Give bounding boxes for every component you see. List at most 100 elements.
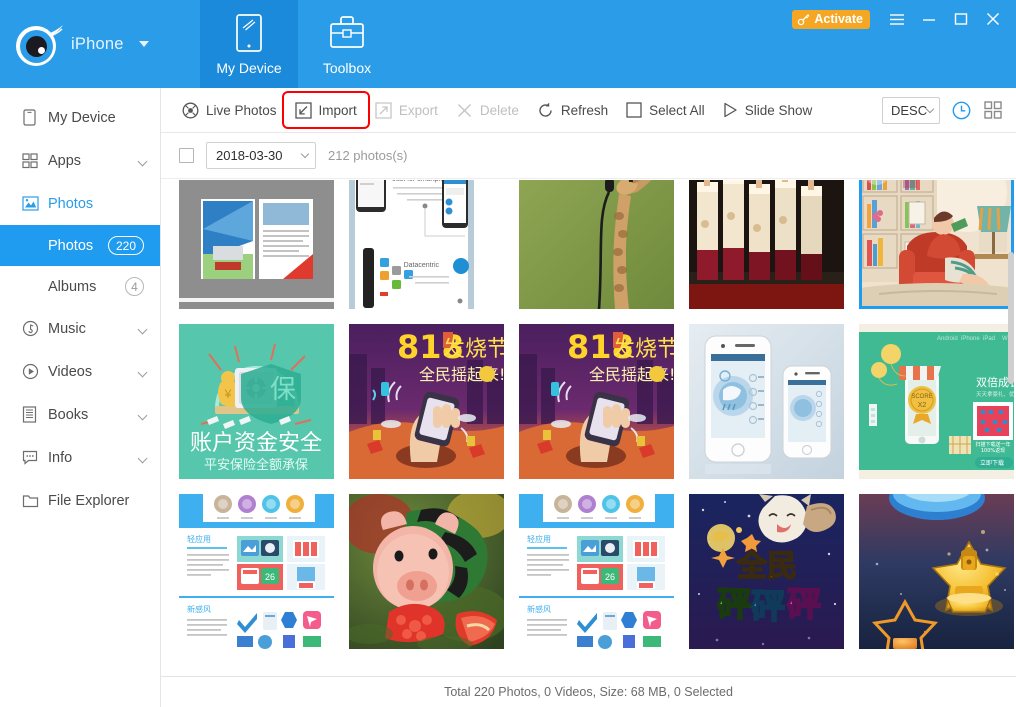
- photo-thumbnail[interactable]: [859, 494, 1014, 649]
- sidebar-subitem-photos[interactable]: Photos 220: [0, 225, 160, 266]
- chevron-down-icon[interactable]: [137, 156, 148, 166]
- sidebar: My Device Apps Photos Photos 220 Albums …: [0, 88, 161, 707]
- photo-thumbnail[interactable]: 全民 砰 砰 砰: [689, 494, 844, 649]
- chevron-down-icon[interactable]: [137, 324, 148, 334]
- photo-thumbnail[interactable]: [689, 180, 844, 309]
- sidebar-item-music-label: Music: [48, 320, 86, 337]
- photos-toolbar: Live Photos Import Export Delete Refresh…: [161, 88, 1016, 133]
- sort-order-value: DESC: [891, 102, 928, 118]
- chevron-down-icon[interactable]: [137, 453, 148, 463]
- refresh-icon: [539, 102, 552, 117]
- scrollbar-thumb[interactable]: [1008, 252, 1014, 384]
- gold-star-trophy-thumb: [859, 494, 1014, 649]
- import-button[interactable]: Import: [281, 91, 370, 129]
- select-all-button[interactable]: Select All: [617, 95, 714, 125]
- sidebar-item-music[interactable]: Music: [0, 307, 160, 350]
- chevron-down-icon[interactable]: [137, 410, 148, 420]
- status-bar: Total 220 Photos, 0 Videos, Size: 68 MB,…: [161, 676, 1016, 707]
- photo-thumbnail[interactable]: [349, 494, 504, 649]
- photo-thumbnail[interactable]: Android iPhone iPad W SCORE X2 双倍成 天天拿豪礼…: [859, 324, 1014, 479]
- close-icon[interactable]: [978, 4, 1008, 34]
- activate-button[interactable]: Activate: [792, 9, 870, 29]
- sidebar-item-videos[interactable]: Videos: [0, 350, 160, 393]
- svg-text:保: 保: [270, 375, 296, 405]
- sidebar-item-photos[interactable]: Photos: [0, 182, 160, 225]
- photo-thumbnail[interactable]: [689, 324, 844, 479]
- chevron-down-icon[interactable]: [138, 41, 149, 47]
- key-icon: [798, 13, 810, 25]
- delete-x-icon: [457, 103, 471, 117]
- tab-my-device-label: My Device: [216, 60, 282, 76]
- export-button[interactable]: Export: [366, 95, 447, 125]
- logo-eye-outer: [16, 26, 56, 66]
- date-value: 2018-03-30: [216, 148, 283, 163]
- tablet-icon: [232, 12, 266, 54]
- photo-thumbnail[interactable]: 818 发烧节 全民摇起来!: [349, 324, 504, 479]
- menu-icon[interactable]: [882, 4, 912, 34]
- photo-thumbnail[interactable]: [859, 180, 1014, 309]
- tab-toolbox[interactable]: Toolbox: [298, 0, 396, 88]
- giraffe-headphones-thumb: [519, 180, 674, 309]
- apps-grid-icon: [22, 152, 48, 169]
- logo-eye-ring: [19, 29, 53, 63]
- sort-order-select[interactable]: DESC: [882, 96, 940, 124]
- photo-thumbnail[interactable]: 818 发烧节 全民摇起来!: [519, 324, 674, 479]
- sidebar-item-books[interactable]: Books: [0, 393, 160, 436]
- svg-text:Android: Android: [937, 336, 958, 342]
- pink-pig-toy-thumb: [349, 494, 504, 649]
- photo-thumbnail[interactable]: [519, 180, 674, 309]
- photo-thumbnail[interactable]: i Just for smartphones: [349, 180, 504, 309]
- application-window: iPhone My Device Toolbox Activate My Dev…: [0, 0, 1016, 707]
- sidebar-item-my-device[interactable]: My Device: [0, 96, 160, 139]
- music-disc-icon: [22, 320, 48, 337]
- sidebar-subitem-albums-label: Albums: [48, 278, 97, 295]
- sidebar-subitem-albums[interactable]: Albums 4: [0, 266, 160, 307]
- delete-button[interactable]: Delete: [447, 95, 528, 125]
- view-by-time-button[interactable]: [950, 99, 972, 121]
- status-text: Total 220 Photos, 0 Videos, Size: 68 MB,…: [444, 685, 733, 699]
- 818-festival-purple-a-thumb: 818 发烧节 全民摇起来!: [349, 324, 504, 479]
- dessert-parfait-shots-thumb: [689, 180, 844, 309]
- date-group-checkbox[interactable]: [179, 148, 194, 163]
- photo-thumbnail[interactable]: 轻应用 26 新感风: [179, 494, 334, 649]
- sidebar-item-info[interactable]: Info: [0, 436, 160, 479]
- tab-my-device[interactable]: My Device: [200, 0, 298, 88]
- tab-toolbox-label: Toolbox: [322, 60, 372, 76]
- device-selector[interactable]: iPhone: [0, 0, 200, 88]
- photo-thumbnail[interactable]: ¥ 保 账户资金安全 平安保险全额承保: [179, 324, 334, 479]
- video-play-icon: [22, 363, 48, 380]
- live-photos-button[interactable]: Live Photos: [173, 95, 286, 125]
- sidebar-subitem-photos-label: Photos: [48, 237, 94, 254]
- cat-game-banner-thumb: 全民 砰 砰 砰: [689, 494, 844, 649]
- sidebar-item-file-explorer[interactable]: File Explorer: [0, 479, 160, 522]
- blue-app-feature-b-thumb: 轻应用 26 新感风: [519, 494, 674, 649]
- select-all-label: Select All: [649, 102, 705, 118]
- svg-text:砰: 砰: [751, 587, 785, 627]
- toolbar-view-controls: DESC: [882, 96, 1004, 124]
- books-icon: [22, 406, 48, 423]
- brochure-mockup-thumb: [179, 180, 334, 309]
- sidebar-item-apps[interactable]: Apps: [0, 139, 160, 182]
- svg-text:砰: 砰: [717, 585, 751, 625]
- refresh-button[interactable]: Refresh: [528, 95, 617, 125]
- photo-grid-scrollbar[interactable]: [1008, 226, 1014, 656]
- svg-text:26: 26: [265, 572, 275, 582]
- maximize-icon[interactable]: [946, 4, 976, 34]
- svg-text:账户资金安全: 账户资金安全: [190, 431, 322, 456]
- photo-grid-container: i Just for smartphones: [161, 180, 1016, 663]
- minimize-icon[interactable]: [914, 4, 944, 34]
- photo-thumbnail[interactable]: 轻应用 26 新感风: [519, 494, 674, 649]
- svg-text:¥: ¥: [224, 387, 232, 401]
- svg-text:立即下载: 立即下载: [980, 459, 1004, 467]
- svg-text:新感风: 新感风: [187, 604, 211, 614]
- photo-thumbnail[interactable]: [179, 180, 334, 309]
- clock-icon: [952, 101, 970, 119]
- view-grid-button[interactable]: [982, 99, 1004, 121]
- date-select[interactable]: 2018-03-30: [206, 142, 316, 169]
- live-photos-icon: [182, 102, 199, 118]
- svg-text:iPad: iPad: [983, 336, 995, 342]
- chevron-down-icon[interactable]: [137, 367, 148, 377]
- slide-show-button[interactable]: Slide Show: [714, 95, 822, 125]
- blue-app-feature-a-thumb: 轻应用 26 新感风: [179, 494, 334, 649]
- svg-text:26: 26: [605, 572, 615, 582]
